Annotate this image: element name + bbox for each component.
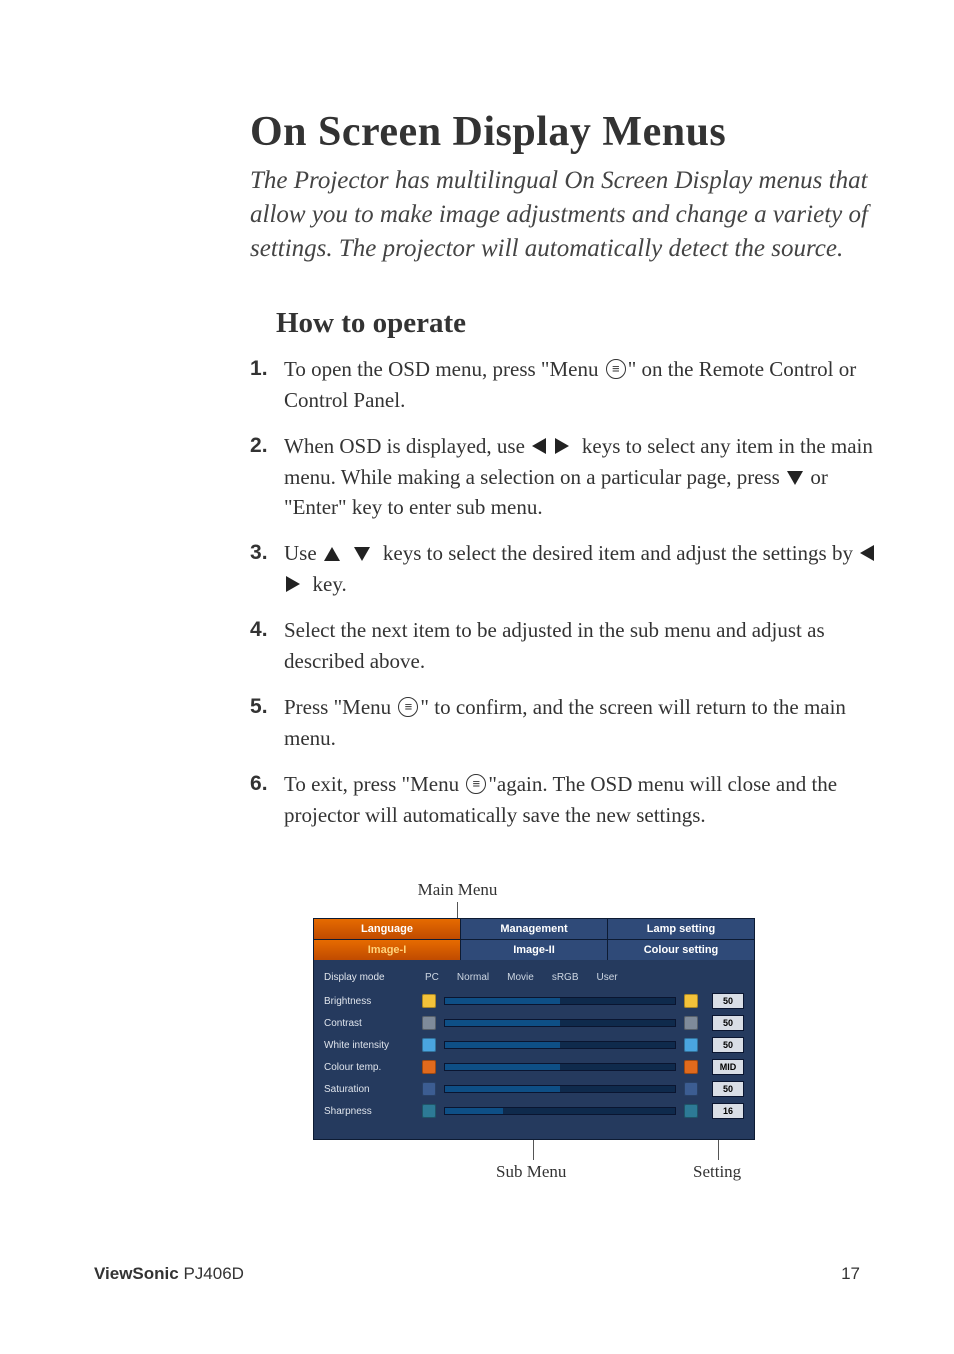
osd-tab-image-2: Image-II [461,940,608,960]
arrow-up-icon [324,547,340,561]
step-5-text-a: Press "Menu [284,695,396,719]
osd-item-saturation: Saturation 50 [324,1081,744,1097]
page-number: 17 [841,1264,860,1284]
footer-model: PJ406D [179,1264,244,1283]
osd-value: 50 [712,1037,744,1053]
slider-bar [444,997,676,1005]
osd-window: Language Management Lamp setting Image-I… [313,918,755,1140]
osd-tab-colour-setting: Colour setting [608,940,754,960]
arrow-left-icon [860,545,874,561]
contrast-icon [422,1016,436,1030]
osd-label: Saturation [324,1084,416,1095]
osd-label: Colour temp. [324,1062,416,1073]
arrow-right-icon [555,438,569,454]
arrow-down-icon [354,547,370,561]
brightness-icon [684,994,698,1008]
mode-user: User [597,972,618,983]
osd-value: 50 [712,1081,744,1097]
footer: ViewSonic PJ406D [94,1264,244,1284]
slider-bar [444,1063,676,1071]
step-1: To open the OSD menu, press "Menu " on t… [250,354,890,415]
sharpness-icon [684,1104,698,1118]
arrow-left-icon [532,438,546,454]
footer-brand: ViewSonic [94,1264,179,1283]
step-4: Select the next item to be adjusted in t… [250,615,890,676]
setting-label: Setting [693,1162,741,1182]
osd-tab-image-1: Image-I [314,940,461,960]
white-intensity-icon [684,1038,698,1052]
saturation-icon [684,1082,698,1096]
sharpness-icon [422,1104,436,1118]
saturation-icon [422,1082,436,1096]
mode-normal: Normal [457,972,489,983]
osd-value: 50 [712,1015,744,1031]
step-6: To exit, press "Menu "again. The OSD men… [250,769,890,830]
mode-srgb: sRGB [552,972,579,983]
steps-list: To open the OSD menu, press "Menu " on t… [250,354,890,830]
osd-item-brightness: Brightness 50 [324,993,744,1009]
main-menu-label: Main Menu [385,880,530,900]
osd-item-contrast: Contrast 50 [324,1015,744,1031]
display-mode-label: Display mode [324,972,416,983]
osd-label: Sharpness [324,1106,416,1117]
menu-icon [466,774,486,794]
page-title: On Screen Display Menus [250,108,890,156]
osd-display-mode-row: Display mode PC Normal Movie sRGB User [324,972,744,983]
arrow-right-icon [286,576,300,592]
osd-diagram: Main Menu Language Management Lamp setti… [313,880,753,1184]
mode-pc: PC [425,972,439,983]
osd-tab-lamp-setting: Lamp setting [608,919,754,939]
step-2: When OSD is displayed, use keys to selec… [250,431,890,522]
colour-temp-icon [422,1060,436,1074]
step-6-text-a: To exit, press "Menu [284,772,464,796]
step-3-text-c: key. [307,572,346,596]
step-5: Press "Menu " to confirm, and the screen… [250,692,890,753]
brightness-icon [422,994,436,1008]
setting-tick [718,1140,719,1160]
colour-temp-icon [684,1060,698,1074]
intro-text: The Projector has multilingual On Screen… [250,164,890,265]
white-intensity-icon [422,1038,436,1052]
slider-bar [444,1041,676,1049]
osd-item-sharpness: Sharpness 16 [324,1103,744,1119]
osd-value: 50 [712,993,744,1009]
osd-label: Brightness [324,996,416,1007]
slider-bar [444,1085,676,1093]
section-heading: How to operate [276,307,890,340]
osd-label: Contrast [324,1018,416,1029]
sub-menu-label: Sub Menu [496,1162,566,1182]
arrow-down-icon [787,471,803,485]
menu-icon [606,359,626,379]
osd-tab-language: Language [314,919,461,939]
slider-bar [444,1019,676,1027]
step-2-text-a: When OSD is displayed, use [284,434,530,458]
osd-item-colour-temp: Colour temp. MID [324,1059,744,1075]
osd-item-white-intensity: White intensity 50 [324,1037,744,1053]
step-3-text-a: Use [284,541,322,565]
contrast-icon [684,1016,698,1030]
sub-menu-tick [533,1140,534,1160]
menu-icon [398,697,418,717]
osd-value: MID [712,1059,744,1075]
main-menu-tick [457,902,458,918]
osd-value: 16 [712,1103,744,1119]
mode-movie: Movie [507,972,534,983]
osd-label: White intensity [324,1040,416,1051]
step-1-text-a: To open the OSD menu, press "Menu [284,357,604,381]
osd-tab-management: Management [461,919,608,939]
step-3: Use keys to select the desired item and … [250,538,890,599]
step-3-text-b: keys to select the desired item and adju… [378,541,859,565]
slider-bar [444,1107,676,1115]
